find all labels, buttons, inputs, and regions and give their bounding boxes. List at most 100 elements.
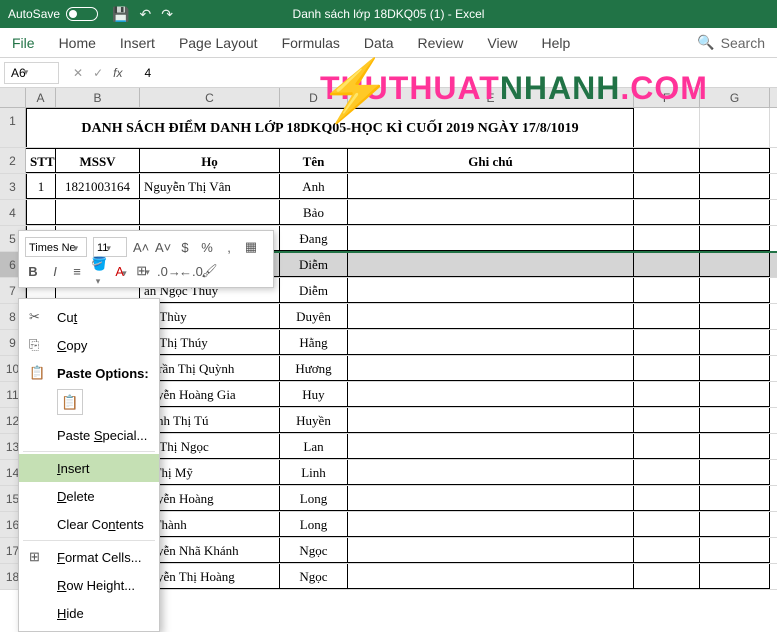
cell-ho[interactable]: guyễn Thị Hoàng xyxy=(140,564,280,589)
enter-icon[interactable]: ✓ xyxy=(93,66,103,80)
percent-icon[interactable]: % xyxy=(199,240,215,255)
ctx-format-cells[interactable]: ⊞Format Cells... xyxy=(19,543,159,571)
cell-ho[interactable]: uỳnh Thị Tú xyxy=(140,408,280,433)
select-all-corner[interactable] xyxy=(0,88,26,107)
cell-ten[interactable]: Huyền xyxy=(280,408,348,433)
cell-stt[interactable] xyxy=(26,200,56,225)
paste-default[interactable]: 📋 xyxy=(57,389,83,415)
cell-ten[interactable]: Ngọc xyxy=(280,538,348,563)
cell-ten[interactable]: Duyên xyxy=(280,304,348,329)
cell-ten[interactable]: Hương xyxy=(280,356,348,381)
col-header-a[interactable]: A xyxy=(26,88,56,107)
hdr-ghichu[interactable]: Ghi chú xyxy=(348,148,634,173)
cell-ghichu[interactable] xyxy=(348,356,634,381)
cell-ten[interactable]: Lan xyxy=(280,434,348,459)
font-selector[interactable]: Times Ne▾ xyxy=(25,237,87,257)
fx-icon[interactable]: fx xyxy=(113,66,122,80)
redo-icon[interactable]: ↷ xyxy=(161,6,173,23)
cell-ghichu[interactable] xyxy=(348,278,634,303)
cell-mssv[interactable] xyxy=(56,200,140,225)
cell-ten[interactable]: Huy xyxy=(280,382,348,407)
undo-icon[interactable]: ↶ xyxy=(139,6,151,23)
decrease-decimal-icon[interactable]: ←.0 xyxy=(179,264,195,279)
search-box[interactable]: 🔍 Search xyxy=(697,34,765,51)
ctx-delete[interactable]: Delete xyxy=(19,482,159,510)
row-header[interactable]: 2 xyxy=(0,148,26,173)
cell-ten[interactable]: Diễm xyxy=(280,252,348,277)
cell-ten[interactable]: Long xyxy=(280,512,348,537)
cell-ho[interactable] xyxy=(140,200,280,225)
ctx-clear-contents[interactable]: Clear Contents xyxy=(19,510,159,538)
decrease-font-icon[interactable]: A˅ xyxy=(155,240,171,255)
ctx-row-height[interactable]: Row Height... xyxy=(19,571,159,599)
cell-ghichu[interactable] xyxy=(348,200,634,225)
increase-decimal-icon[interactable]: .0→ xyxy=(157,264,173,279)
cell-ghichu[interactable] xyxy=(348,460,634,485)
cell-ten[interactable]: Linh xyxy=(280,460,348,485)
currency-icon[interactable]: $ xyxy=(177,240,193,255)
cell-ho[interactable]: ần Thùy xyxy=(140,304,280,329)
cell-ho[interactable]: ỗ Thành xyxy=(140,512,280,537)
col-header-g[interactable]: G xyxy=(700,88,770,107)
cell-ten[interactable]: Đang xyxy=(280,226,348,251)
bold-icon[interactable]: B xyxy=(25,264,41,279)
cell-ho[interactable]: i Trần Thị Quỳnh xyxy=(140,356,280,381)
tab-help[interactable]: Help xyxy=(542,35,571,51)
cell-ghichu[interactable] xyxy=(348,304,634,329)
cell-ten[interactable]: Long xyxy=(280,486,348,511)
cell-ho[interactable]: guyễn Nhã Khánh xyxy=(140,538,280,563)
format-painter-icon[interactable]: 🖌 xyxy=(201,263,217,279)
fill-color-icon[interactable]: 🪣▾ xyxy=(91,256,107,287)
cell-ho[interactable]: o Thị Mỹ xyxy=(140,460,280,485)
cell-ghichu[interactable] xyxy=(348,408,634,433)
autosave-toggle[interactable]: AutoSave xyxy=(8,7,98,21)
col-header-b[interactable]: B xyxy=(56,88,140,107)
hdr-mssv[interactable]: MSSV xyxy=(56,148,140,173)
ctx-cut[interactable]: ✂Cut xyxy=(19,303,159,331)
name-box[interactable]: A6▾ xyxy=(4,62,59,84)
cell-ghichu[interactable] xyxy=(348,252,634,277)
autosave-switch[interactable] xyxy=(66,7,98,21)
borders-icon[interactable]: ⊞▾ xyxy=(135,263,151,279)
ctx-hide[interactable]: Hide xyxy=(19,599,159,627)
comma-icon[interactable]: , xyxy=(221,240,237,255)
cell-ho[interactable]: ần Thị Thúy xyxy=(140,330,280,355)
tab-page-layout[interactable]: Page Layout xyxy=(179,35,258,51)
align-icon[interactable]: ≡ xyxy=(69,264,85,279)
ctx-paste-special[interactable]: Paste Special... xyxy=(19,421,159,449)
cell-mssv[interactable]: 1821003164 xyxy=(56,174,140,199)
row-header[interactable]: 4 xyxy=(0,200,26,225)
cell-ten[interactable]: Hằng xyxy=(280,330,348,355)
cell-ho[interactable]: guyễn Hoàng xyxy=(140,486,280,511)
cell-ghichu[interactable] xyxy=(348,330,634,355)
cancel-icon[interactable]: ✕ xyxy=(73,66,83,80)
tab-insert[interactable]: Insert xyxy=(120,35,155,51)
ctx-insert[interactable]: Insert xyxy=(19,454,159,482)
cell-ten[interactable]: Anh xyxy=(280,174,348,199)
cell-ghichu[interactable] xyxy=(348,486,634,511)
row-header[interactable]: 3 xyxy=(0,174,26,199)
tab-view[interactable]: View xyxy=(487,35,517,51)
cell-ten[interactable]: Diễm xyxy=(280,278,348,303)
italic-icon[interactable]: I xyxy=(47,264,63,279)
tab-formulas[interactable]: Formulas xyxy=(282,35,340,51)
cell-ho[interactable]: Nguyễn Thị Vân xyxy=(140,174,280,199)
cell-ghichu[interactable] xyxy=(348,174,634,199)
cell-ghichu[interactable] xyxy=(348,382,634,407)
cell-ten[interactable]: Ngọc xyxy=(280,564,348,589)
cell-ho[interactable]: ần Thị Ngọc xyxy=(140,434,280,459)
cell-ghichu[interactable] xyxy=(348,434,634,459)
tab-home[interactable]: Home xyxy=(59,35,96,51)
conditional-fmt-icon[interactable]: ▦ xyxy=(243,239,259,255)
cell-ten[interactable]: Bảo xyxy=(280,200,348,225)
cell-ghichu[interactable] xyxy=(348,564,634,589)
cell-ghichu[interactable] xyxy=(348,226,634,251)
cell-ghichu[interactable] xyxy=(348,512,634,537)
font-color-icon[interactable]: A▾ xyxy=(113,264,129,279)
hdr-ho[interactable]: Họ xyxy=(140,148,280,173)
col-header-c[interactable]: C xyxy=(140,88,280,107)
row-header[interactable]: 1 xyxy=(0,108,26,147)
tab-data[interactable]: Data xyxy=(364,35,394,51)
hdr-ten[interactable]: Tên xyxy=(280,148,348,173)
ctx-copy[interactable]: ⎘Copy xyxy=(19,331,159,359)
